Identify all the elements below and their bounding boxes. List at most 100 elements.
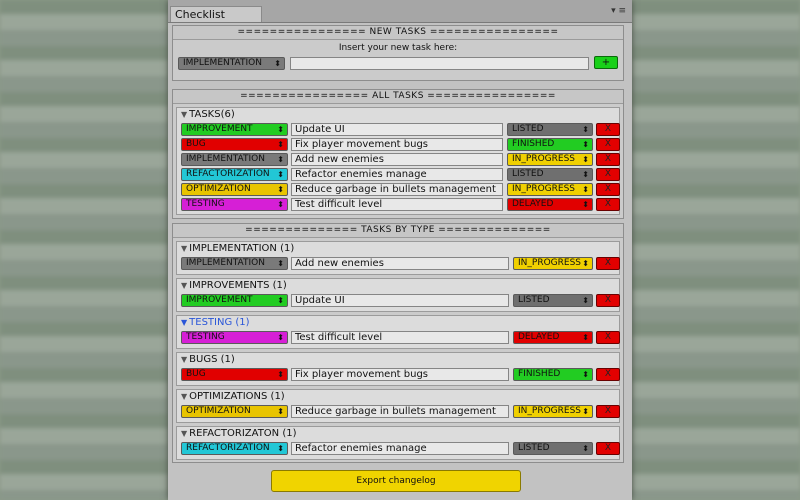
task-text-field[interactable]: Test difficult level [291,331,509,344]
task-type-dropdown[interactable]: BUG ⬍ [181,368,288,381]
remove-task-button[interactable]: X [596,123,620,136]
dropdown-arrow-icon: ⬍ [277,444,284,453]
type-group-foldout[interactable]: ▼ OPTIMIZATIONS (1) [177,390,619,404]
task-status-dropdown[interactable]: LISTED ⬍ [513,294,593,307]
task-type-dropdown[interactable]: IMPROVEMENT ⬍ [181,294,288,307]
remove-task-button[interactable]: X [596,257,620,270]
task-text-field[interactable]: Test difficult level [291,198,503,211]
task-type-dropdown[interactable]: TESTING ⬍ [181,198,288,211]
remove-task-button[interactable]: X [596,331,620,344]
task-text-field[interactable]: Update UI [291,294,509,307]
task-status-dropdown[interactable]: IN_PROGRESS ⬍ [507,183,593,196]
window-tab[interactable]: Checklist window [170,6,262,37]
dropdown-arrow-icon: ⬍ [274,59,281,68]
foldout-arrow-icon: ▼ [181,355,188,364]
task-row: OPTIMIZATION ⬍ Reduce garbage in bullets m… [177,182,620,197]
task-text-field[interactable]: Reduce garbage in bullets management [291,405,509,418]
type-group-foldout[interactable]: ▼ TESTING (1) [177,316,619,330]
task-type-dropdown[interactable]: OPTIMIZATION ⬍ [181,183,288,196]
remove-task-button[interactable]: X [596,405,620,418]
new-tasks-header: ================ NEW TASKS =============… [173,26,623,40]
task-status-dropdown-label: LISTED [518,295,550,305]
task-row: TESTING ⬍ Test difficult level DELAYED ⬍ X [177,197,620,212]
task-status-dropdown[interactable]: LISTED ⬍ [507,123,593,136]
remove-task-button[interactable]: X [596,138,620,151]
new-task-row: IMPLEMENTATION ⬍ + [173,56,623,71]
export-changelog-button[interactable]: Export changelog [271,470,521,492]
task-status-dropdown-label: IN_PROGRESS [512,154,575,164]
dropdown-arrow-icon: ⬍ [277,200,284,209]
new-tasks-panel: ================ NEW TASKS =============… [172,25,624,81]
task-status-dropdown[interactable]: IN_PROGRESS ⬍ [513,405,593,418]
task-text-field[interactable]: Refactor enemies manage [291,442,509,455]
remove-task-button[interactable]: X [596,368,620,381]
task-type-dropdown[interactable]: IMPLEMENTATION ⬍ [181,153,288,166]
type-group-foldout[interactable]: ▼ IMPLEMENTATION (1) [177,242,619,256]
type-group-foldout[interactable]: ▼ BUGS (1) [177,353,619,367]
remove-task-button[interactable]: X [596,294,620,307]
task-type-dropdown[interactable]: IMPLEMENTATION ⬍ [181,257,288,270]
type-group-foldout[interactable]: ▼ REFACTORIZATON (1) [177,427,619,441]
add-task-button[interactable]: + [594,56,618,69]
task-status-dropdown-label: IN_PROGRESS [512,184,575,194]
type-task-row: IMPLEMENTATION ⬍ Add new enemies IN_PROGRES… [177,256,620,271]
type-task-row: OPTIMIZATION ⬍ Reduce garbage in bullets m… [177,404,620,419]
task-row: BUG ⬍ Fix player movement bugs FINISHED ⬍ X [177,137,620,152]
tasks-by-type-header: ============== TASKS BY TYPE ===========… [173,224,623,238]
window-tabbar: Checklist window ▾ ≡ [168,0,632,37]
task-text-field[interactable]: Fix player movement bugs [291,138,503,151]
all-tasks-list: ▼ TASKS(6) IMPROVEMENT ⬍ Update UI LISTED ⬍ X B… [176,107,620,215]
task-text-field[interactable]: Fix player movement bugs [291,368,509,381]
type-group: ▼ IMPROVEMENTS (1) IMPROVEMENT ⬍ Update UI LI… [176,278,620,312]
type-group-foldout[interactable]: ▼ IMPROVEMENTS (1) [177,279,619,293]
dropdown-arrow-icon: ⬍ [582,200,589,209]
dropdown-arrow-icon: ⬍ [277,185,284,194]
window-menu-icon[interactable]: ▾ ≡ [611,6,626,16]
task-row: IMPLEMENTATION ⬍ Add new enemies IN_PROGRES… [177,152,620,167]
tasks-foldout[interactable]: ▼ TASKS(6) [177,108,619,122]
task-text-field[interactable]: Reduce garbage in bullets management [291,183,503,196]
dropdown-arrow-icon: ⬍ [582,259,589,268]
type-group-title: IMPLEMENTATION (1) [189,243,295,254]
remove-task-button[interactable]: X [596,168,620,181]
task-type-dropdown[interactable]: REFACTORIZATION ⬍ [181,168,288,181]
task-type-dropdown[interactable]: OPTIMIZATION ⬍ [181,405,288,418]
tasks-by-type-panel: ============== TASKS BY TYPE ===========… [172,223,624,463]
new-task-type-dropdown[interactable]: IMPLEMENTATION ⬍ [178,57,285,70]
type-group: ▼ TESTING (1) TESTING ⬍ Test difficult level… [176,315,620,349]
task-status-dropdown[interactable]: FINISHED ⬍ [507,138,593,151]
task-text-field[interactable]: Add new enemies [291,257,509,270]
task-text-field[interactable]: Refactor enemies manage [291,168,503,181]
remove-task-button[interactable]: X [596,198,620,211]
type-group-title: OPTIMIZATIONS (1) [189,391,285,402]
foldout-arrow-icon: ▼ [181,392,188,401]
task-type-dropdown[interactable]: TESTING ⬍ [181,331,288,344]
remove-task-button[interactable]: X [596,153,620,166]
task-type-dropdown[interactable]: IMPROVEMENT ⬍ [181,123,288,136]
task-status-dropdown[interactable]: IN_PROGRESS ⬍ [507,153,593,166]
task-type-dropdown-label: OPTIMIZATION [186,406,251,416]
task-status-dropdown-label: DELAYED [512,199,554,209]
task-type-dropdown[interactable]: REFACTORIZATION ⬍ [181,442,288,455]
task-status-dropdown[interactable]: LISTED ⬍ [507,168,593,181]
task-status-dropdown[interactable]: LISTED ⬍ [513,442,593,455]
type-task-row: IMPROVEMENT ⬍ Update UI LISTED ⬍ X [177,293,620,308]
new-task-input[interactable] [290,57,589,70]
task-type-dropdown[interactable]: BUG ⬍ [181,138,288,151]
type-group: ▼ OPTIMIZATIONS (1) OPTIMIZATION ⬍ Reduce ga… [176,389,620,423]
all-tasks-rows: IMPROVEMENT ⬍ Update UI LISTED ⬍ X BUG ⬍ Fix pla… [177,122,620,212]
remove-task-button[interactable]: X [596,183,620,196]
task-status-dropdown[interactable]: DELAYED ⬍ [507,198,593,211]
dropdown-arrow-icon: ⬍ [582,296,589,305]
task-status-dropdown[interactable]: IN_PROGRESS ⬍ [513,257,593,270]
new-task-type-label: IMPLEMENTATION [183,58,262,68]
task-type-dropdown-label: REFACTORIZATION [186,443,270,453]
task-status-dropdown[interactable]: FINISHED ⬍ [513,368,593,381]
remove-task-button[interactable]: X [596,442,620,455]
task-text-field[interactable]: Update UI [291,123,503,136]
dropdown-arrow-icon: ⬍ [582,185,589,194]
task-text-field[interactable]: Add new enemies [291,153,503,166]
foldout-arrow-icon: ▼ [181,318,188,327]
type-group-title: BUGS (1) [189,354,235,365]
task-status-dropdown[interactable]: DELAYED ⬍ [513,331,593,344]
